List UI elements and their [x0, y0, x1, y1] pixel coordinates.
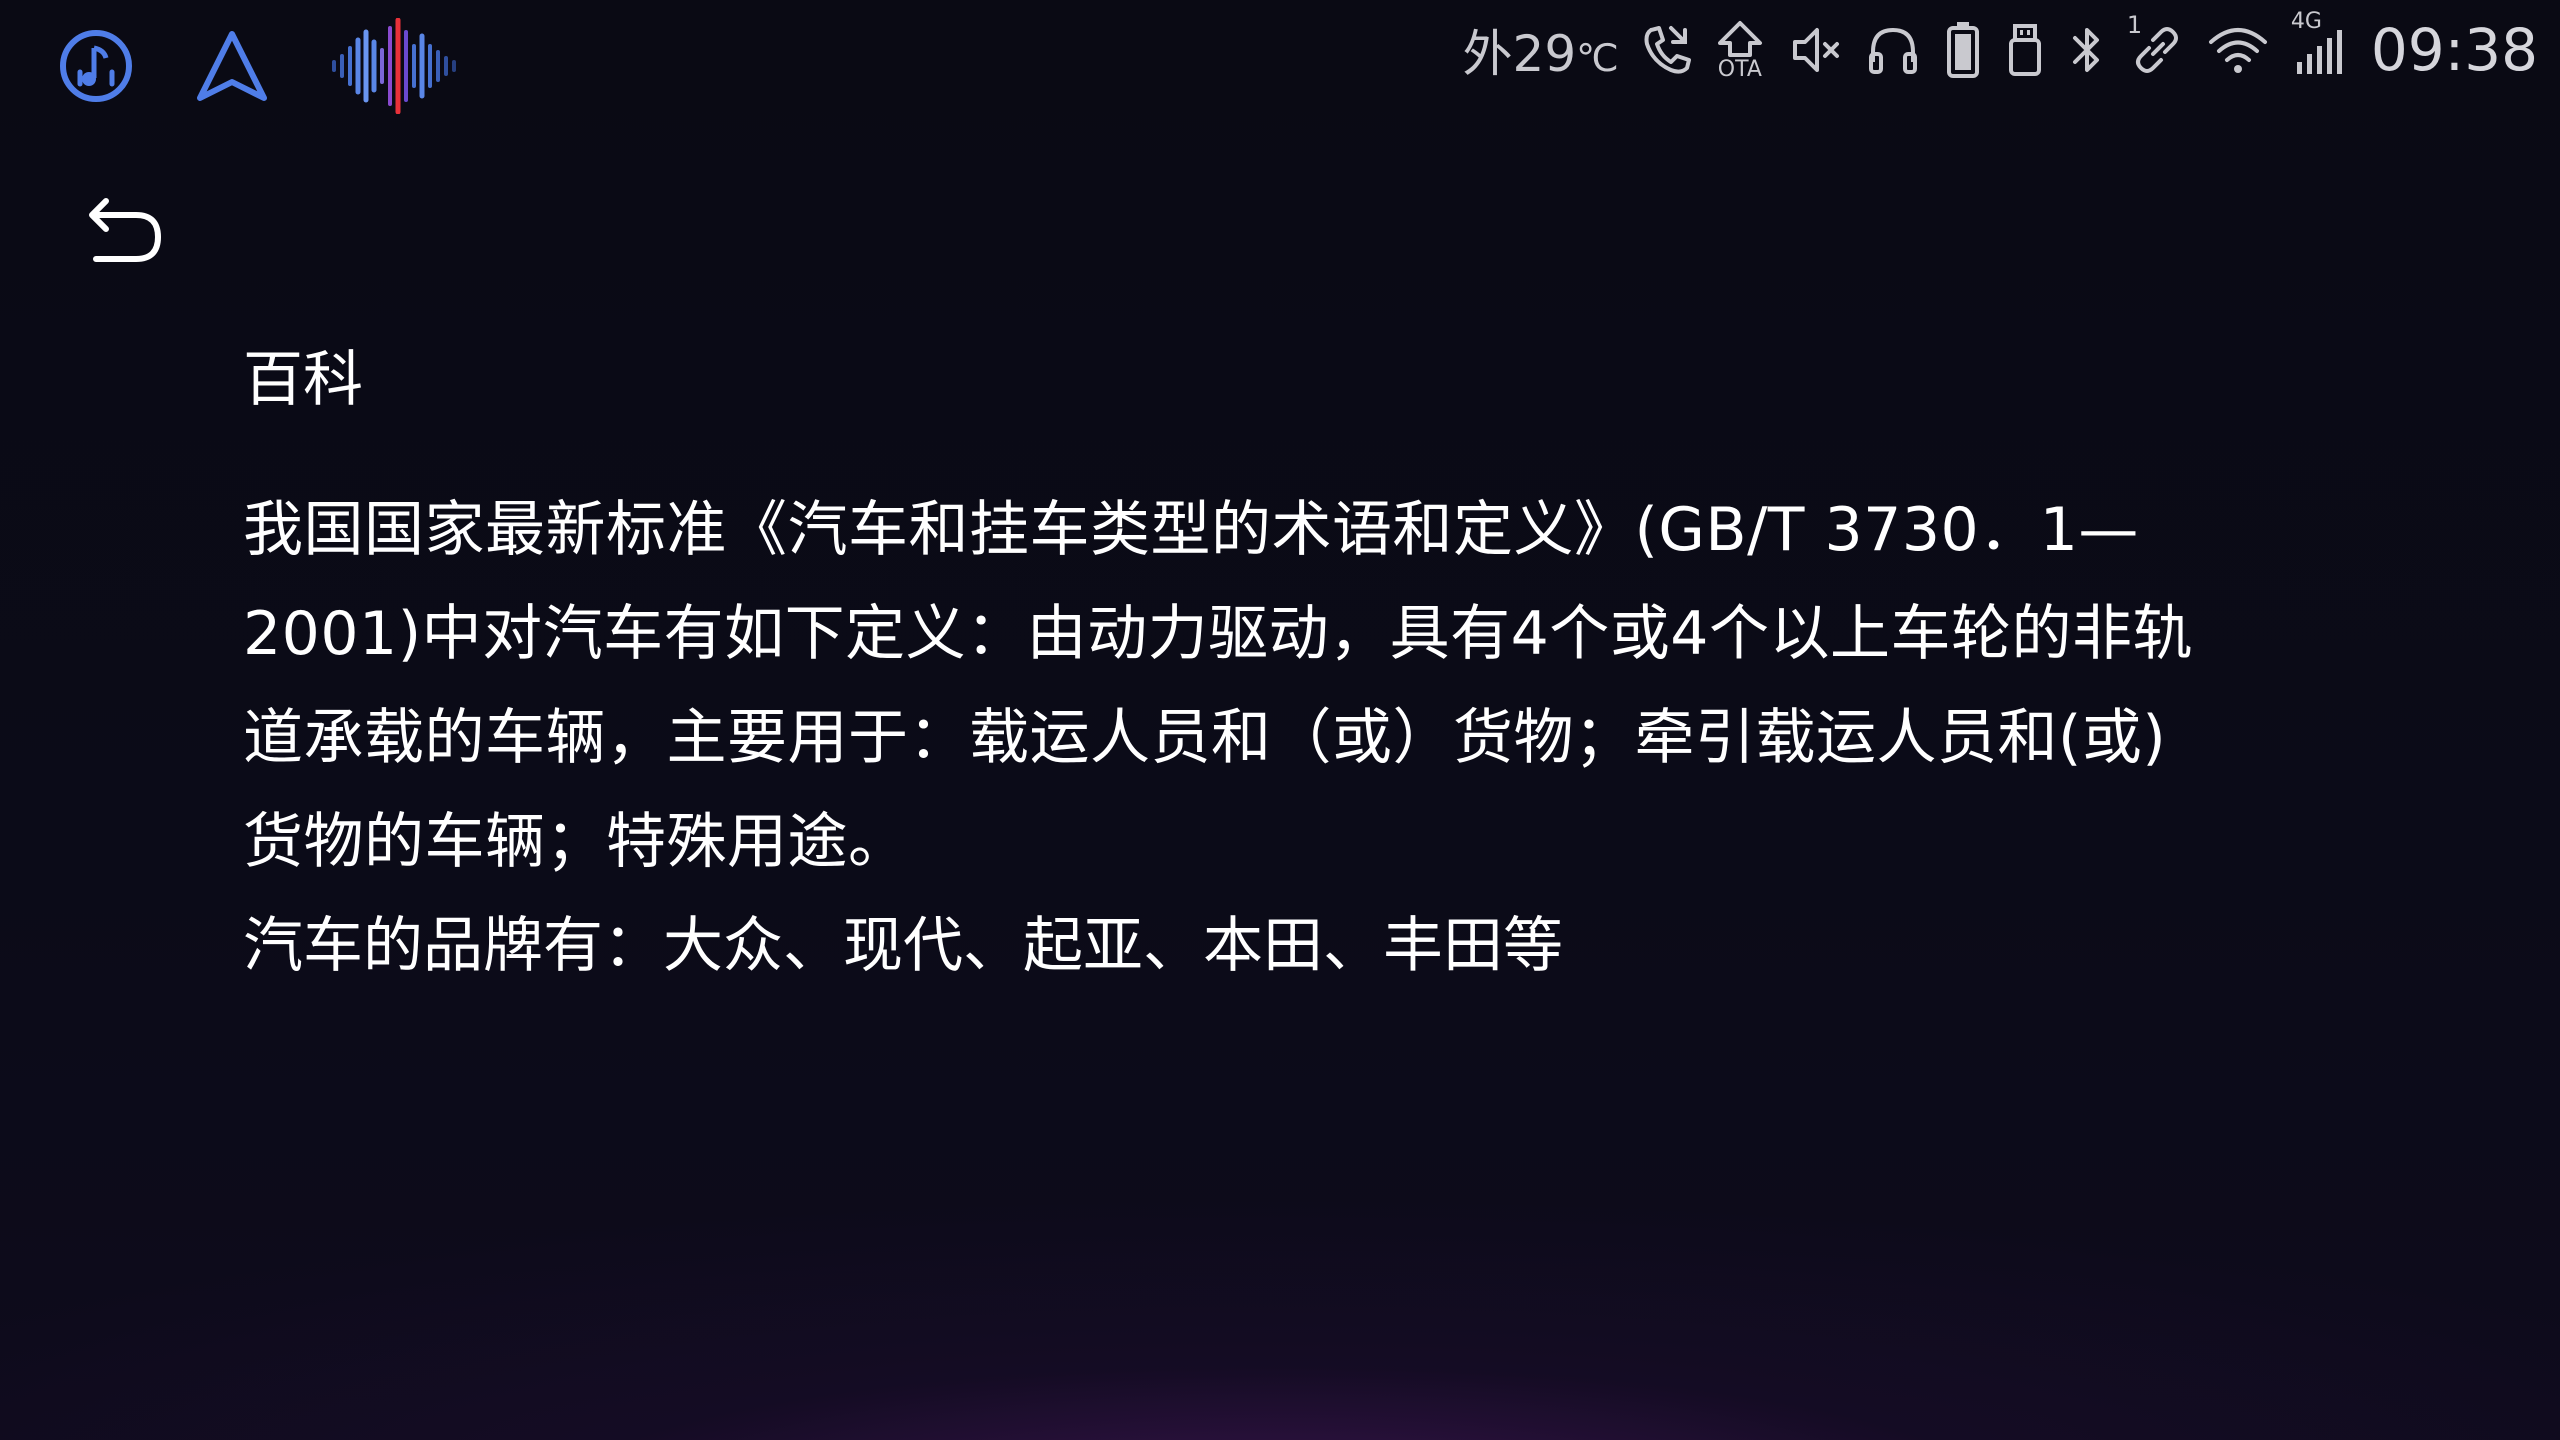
music-app-icon[interactable]	[58, 28, 134, 104]
status-clock: 09:38	[2370, 16, 2538, 84]
encyclopedia-content: 百科 我国国家最新标准《汽车和挂车类型的术语和定义》(GB/T 3730．1— …	[243, 340, 2283, 998]
mute-icon	[1787, 15, 1843, 85]
phone-call-icon	[1641, 15, 1693, 85]
definition-paragraph: 我国国家最新标准《汽车和挂车类型的术语和定义》(GB/T 3730．1— 200…	[243, 478, 2283, 894]
definition-line: 道承载的车辆，主要用于：载运人员和（或）货物；牵引载运人员和(或)	[243, 703, 2167, 773]
page-title: 百科	[243, 345, 363, 415]
back-button[interactable]	[80, 190, 170, 280]
outside-temperature: 外 29 ℃	[1463, 14, 1619, 86]
headphones-icon	[1865, 15, 1921, 85]
ota-update-icon: OTA	[1715, 15, 1765, 85]
cellular-signal-icon: 4G	[2291, 9, 2343, 85]
back-arrow-icon	[89, 198, 162, 262]
link-count: 1	[2126, 11, 2143, 39]
definition-line: 我国国家最新标准《汽车和挂车类型的术语和定义》(GB/T 3730．1—	[243, 495, 2139, 565]
brands-line: 汽车的品牌有：大众、现代、起亚、本田、丰田等	[243, 911, 1563, 981]
ota-label: OTA	[1717, 57, 1762, 82]
definition-line: 2001)中对汽车有如下定义：由动力驱动，具有4个或4个以上车轮的非轨	[243, 599, 2193, 669]
bluetooth-icon	[2067, 15, 2107, 85]
link-icon: 1	[2127, 11, 2185, 85]
wifi-icon	[2207, 15, 2269, 85]
voice-assistant-icon[interactable]	[330, 18, 470, 114]
temperature-unit: ℃	[1576, 36, 1619, 80]
status-bar: 外 29 ℃ OTA 1 4G 09:38	[1463, 9, 2538, 90]
app-shortcuts	[58, 16, 470, 116]
usb-drive-icon	[2005, 15, 2045, 85]
navigation-app-icon[interactable]	[194, 28, 270, 104]
battery-icon	[1943, 15, 1983, 85]
definition-line: 货物的车辆；特殊用途。	[243, 807, 909, 877]
temperature-value: 29	[1512, 25, 1577, 83]
temperature-prefix: 外	[1462, 25, 1513, 83]
network-type: 4G	[2290, 9, 2322, 34]
